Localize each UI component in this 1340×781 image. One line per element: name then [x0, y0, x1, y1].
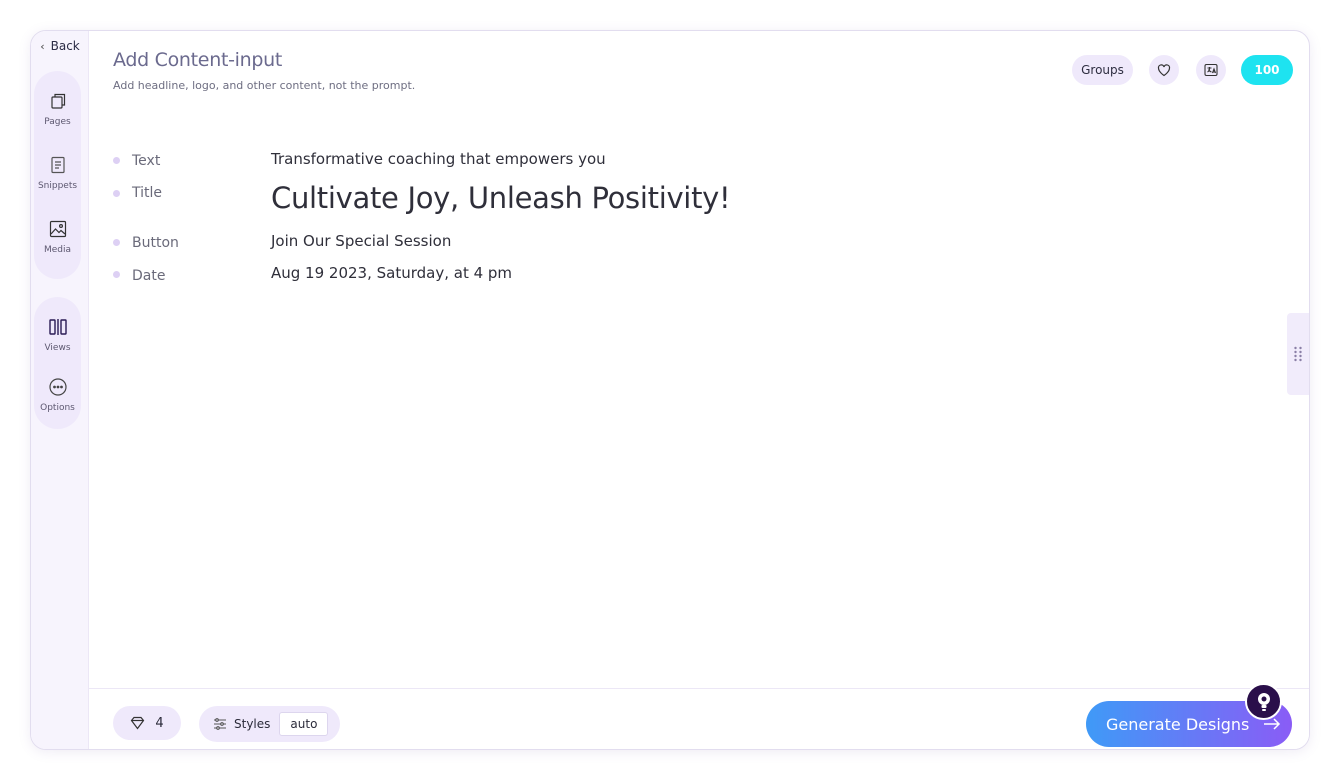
bullet-dot	[113, 271, 120, 278]
back-label: Back	[50, 39, 80, 53]
sidebar-item-label: Snippets	[37, 181, 78, 191]
credits-badge[interactable]: 100	[1241, 55, 1293, 85]
views-icon	[48, 319, 67, 335]
diamond-icon	[131, 716, 145, 730]
sidebar-item-media[interactable]: Media	[34, 219, 81, 255]
styles-label: Styles	[234, 717, 271, 731]
sidebar-item-label: Pages	[44, 117, 71, 127]
field-value-date[interactable]: Aug 19 2023, Saturday, at 4 pm	[271, 264, 512, 282]
bottom-toolbar: 4 Styles auto Generate Designs	[89, 688, 1309, 749]
field-key: Text	[132, 153, 161, 169]
app-window: ‹ Back Pages Snippets Media Views Option…	[30, 30, 1310, 750]
assistant-chat-button[interactable]	[1245, 683, 1282, 720]
more-icon	[48, 378, 67, 396]
groups-button[interactable]: Groups	[1072, 55, 1133, 85]
pages-icon	[50, 93, 65, 109]
field-key: Title	[132, 185, 163, 201]
bullet-dot	[113, 190, 120, 197]
page-subtitle: Add headline, logo, and other content, n…	[113, 79, 416, 92]
sidebar-item-options[interactable]: Options	[34, 377, 81, 413]
translate-icon	[1204, 63, 1218, 77]
sidebar-group-content: Pages Snippets Media	[34, 71, 81, 279]
sidebar-group-view: Views Options	[34, 297, 81, 429]
panel-drag-handle[interactable]	[1287, 313, 1309, 395]
page-title: Add Content-input	[113, 49, 283, 71]
back-button[interactable]: ‹ Back	[31, 37, 89, 55]
assistant-icon	[1257, 692, 1270, 711]
content-row-button[interactable]: Button Join Our Special Session	[113, 229, 1013, 259]
field-key: Date	[132, 268, 166, 284]
favorite-button[interactable]	[1149, 55, 1179, 85]
content-row-date[interactable]: Date Aug 19 2023, Saturday, at 4 pm	[113, 261, 1013, 291]
bullet-dot	[113, 239, 120, 246]
gem-counter[interactable]: 4	[113, 706, 181, 740]
drag-dots-icon	[1294, 346, 1302, 362]
gem-count: 4	[155, 715, 164, 731]
heart-icon	[1157, 64, 1171, 77]
styles-selector[interactable]: Styles auto	[199, 706, 340, 742]
field-value-text[interactable]: Transformative coaching that empowers yo…	[271, 150, 606, 168]
field-key: Button	[132, 235, 179, 251]
sidebar-item-label: Media	[43, 245, 72, 255]
image-icon	[49, 220, 66, 238]
sidebar: ‹ Back Pages Snippets Media Views Option…	[31, 31, 89, 749]
content-row-title[interactable]: Title Cultivate Joy, Unleash Positivity!	[113, 177, 1013, 221]
sidebar-item-label: Options	[40, 403, 75, 413]
field-value-title[interactable]: Cultivate Joy, Unleash Positivity!	[271, 181, 731, 215]
snippet-icon	[50, 156, 65, 174]
content-row-text[interactable]: Text Transformative coaching that empowe…	[113, 147, 1013, 177]
styles-value[interactable]: auto	[279, 712, 329, 736]
sidebar-item-pages[interactable]: Pages	[34, 91, 81, 127]
field-value-button[interactable]: Join Our Special Session	[271, 232, 451, 250]
sidebar-item-snippets[interactable]: Snippets	[34, 155, 81, 191]
sidebar-item-views[interactable]: Views	[34, 317, 81, 353]
sliders-icon	[214, 718, 226, 730]
generate-label: Generate Designs	[1106, 714, 1250, 734]
bullet-dot	[113, 157, 120, 164]
translate-button[interactable]	[1196, 55, 1226, 85]
chevron-left-icon: ‹	[40, 39, 45, 53]
sidebar-item-label: Views	[44, 343, 71, 353]
